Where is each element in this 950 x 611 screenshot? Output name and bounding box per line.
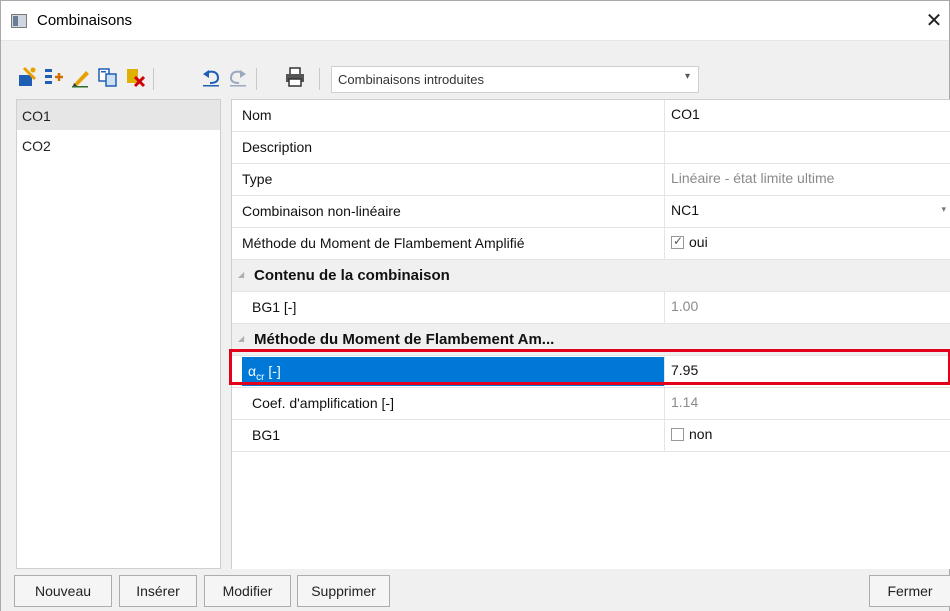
property-name: Combinaison non-linéaire bbox=[242, 203, 401, 219]
list-item[interactable]: CO2 bbox=[17, 130, 220, 160]
property-name: Nom bbox=[242, 107, 272, 123]
list-item[interactable]: CO1 bbox=[17, 100, 220, 130]
nonlinear-combination-dropdown[interactable]: NC1 ▾ bbox=[664, 196, 950, 227]
chevron-down-icon: ▾ bbox=[941, 204, 946, 214]
collapse-triangle-icon: ◢ bbox=[238, 270, 245, 279]
property-row: Type Linéaire - état limite ultime bbox=[232, 164, 950, 196]
close-button[interactable]: ✕ bbox=[919, 1, 949, 41]
print-icon[interactable] bbox=[284, 66, 306, 90]
new-icon[interactable] bbox=[16, 66, 38, 90]
toolbar-separator bbox=[256, 68, 257, 90]
method-checkbox-label: oui bbox=[689, 234, 708, 250]
splitter[interactable] bbox=[221, 99, 231, 569]
property-row: BG1 non bbox=[232, 420, 950, 452]
property-name: Type bbox=[242, 171, 273, 187]
modify-button[interactable]: Modifier bbox=[204, 575, 291, 607]
property-row: Nom CO1 bbox=[232, 100, 950, 132]
category-title: Contenu de la combinaison bbox=[254, 267, 450, 284]
type-value: Linéaire - état limite ultime bbox=[664, 164, 950, 195]
combination-filter-dropdown[interactable]: Combinaisons introduites ▾ bbox=[331, 66, 699, 93]
property-name: BG1 [-] bbox=[252, 299, 297, 315]
title-bar: Combinaisons ✕ bbox=[1, 1, 949, 41]
app-icon bbox=[11, 14, 27, 28]
annotation-highlight-box bbox=[229, 349, 950, 385]
amplification-value: 1.14 bbox=[664, 388, 950, 419]
delete-button[interactable]: Supprimer bbox=[297, 575, 390, 607]
combinations-dialog: Combinaisons ✕ Combinaisons introduites … bbox=[0, 0, 950, 611]
toolbar-separator bbox=[153, 68, 154, 90]
undo-icon[interactable] bbox=[200, 66, 222, 90]
category-row[interactable]: ◢ Contenu de la combinaison bbox=[232, 260, 950, 292]
property-grid: Nom CO1 Description Type Linéaire - état… bbox=[231, 99, 950, 569]
combination-list: CO1 CO2 bbox=[16, 99, 221, 569]
toolbar-separator bbox=[319, 68, 320, 90]
property-name: Description bbox=[242, 139, 313, 155]
property-row: Méthode du Moment de Flambement Amplifié… bbox=[232, 228, 950, 260]
insert-icon[interactable] bbox=[43, 66, 65, 90]
collapse-triangle-icon: ◢ bbox=[238, 334, 245, 343]
property-row: Description bbox=[232, 132, 950, 164]
property-name: Méthode du Moment de Flambement Amplifié bbox=[242, 235, 525, 251]
description-field[interactable] bbox=[664, 132, 950, 163]
window-title: Combinaisons bbox=[37, 12, 133, 29]
copy-icon[interactable] bbox=[97, 66, 119, 90]
bg1-factor-value: 1.00 bbox=[664, 292, 950, 323]
close-dialog-button[interactable]: Fermer bbox=[869, 575, 950, 607]
method-checkbox[interactable]: oui bbox=[664, 228, 950, 259]
new-button[interactable]: Nouveau bbox=[14, 575, 112, 607]
redo-icon[interactable] bbox=[227, 66, 249, 90]
bg1-checkbox-label: non bbox=[689, 426, 713, 442]
nonlinear-combination-value: NC1 bbox=[671, 202, 700, 218]
property-row: BG1 [-] 1.00 bbox=[232, 292, 950, 324]
property-name: Coef. d'amplification [-] bbox=[252, 395, 394, 411]
insert-button[interactable]: Insérer bbox=[119, 575, 197, 607]
property-row: Combinaison non-linéaire NC1 ▾ bbox=[232, 196, 950, 228]
bg1-checkbox[interactable]: non bbox=[664, 420, 950, 451]
name-field[interactable]: CO1 bbox=[664, 100, 950, 131]
property-row: Coef. d'amplification [-] 1.14 bbox=[232, 388, 950, 420]
edit-icon[interactable] bbox=[70, 66, 92, 90]
combination-filter-value: Combinaisons introduites bbox=[338, 72, 484, 87]
delete-icon[interactable] bbox=[124, 66, 146, 90]
chevron-down-icon: ▾ bbox=[684, 71, 690, 82]
checkbox-unchecked-icon bbox=[671, 428, 684, 441]
toolbar-strip bbox=[1, 42, 949, 63]
checkbox-checked-icon bbox=[671, 234, 684, 249]
category-title: Méthode du Moment de Flambement Am... bbox=[254, 331, 555, 348]
property-name: BG1 bbox=[252, 427, 281, 443]
